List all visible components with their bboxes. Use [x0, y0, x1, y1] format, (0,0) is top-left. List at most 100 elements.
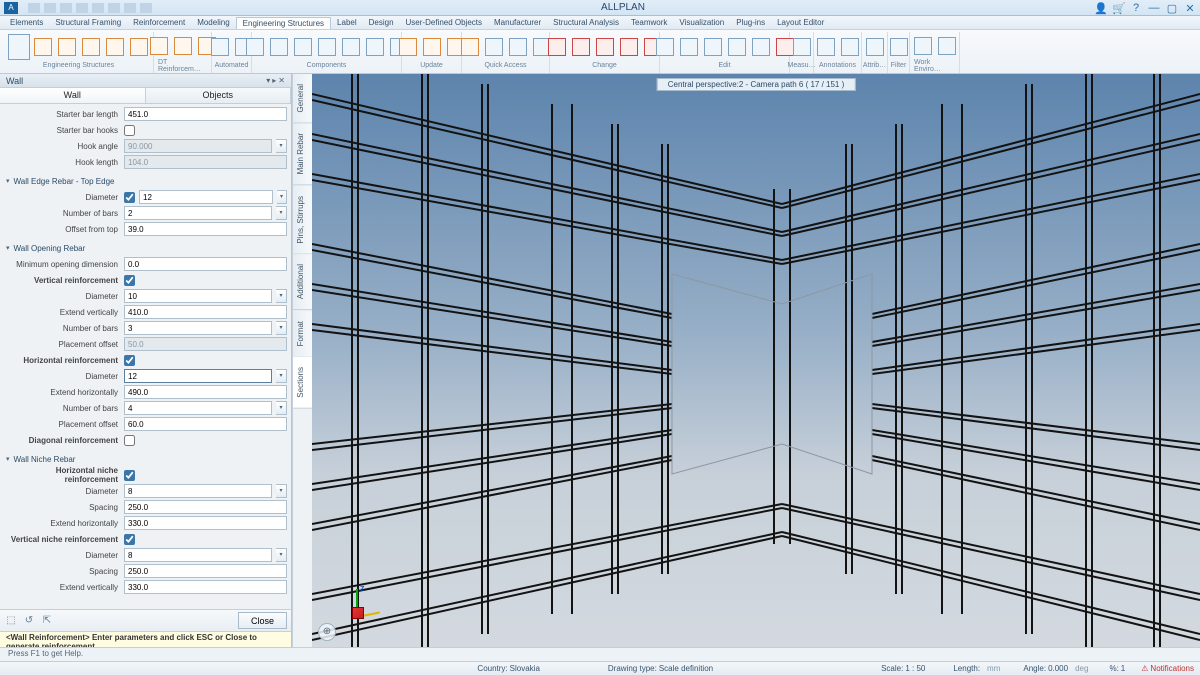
- op-min-input[interactable]: [124, 257, 287, 271]
- section-top-edge[interactable]: Wall Edge Rebar - Top Edge: [2, 173, 287, 189]
- ribbon-btn[interactable]: [364, 34, 386, 60]
- dropdown-icon[interactable]: ▾: [276, 484, 287, 498]
- ribbon-tab[interactable]: Visualization: [673, 17, 730, 28]
- ribbon-btn[interactable]: [546, 34, 568, 60]
- starter-bar-length-input[interactable]: [124, 107, 287, 121]
- qat-icon[interactable]: [44, 3, 56, 13]
- ribbon-btn[interactable]: [172, 33, 194, 59]
- te-diameter-check[interactable]: [124, 192, 135, 203]
- ribbon-btn[interactable]: [128, 34, 150, 60]
- ribbon-btn[interactable]: [791, 34, 813, 60]
- palette-tab-wall[interactable]: Wall: [0, 88, 146, 103]
- ribbon-btn[interactable]: [726, 34, 748, 60]
- help-icon[interactable]: ?: [1130, 2, 1142, 14]
- ribbon-btn[interactable]: [864, 34, 886, 60]
- ribbon-tab[interactable]: Elements: [4, 17, 49, 28]
- op-hreinf-check[interactable]: [124, 355, 135, 366]
- ribbon-btn[interactable]: [839, 34, 861, 60]
- ni-v-ext-input[interactable]: [124, 580, 287, 594]
- op-h-poff-input[interactable]: [124, 417, 287, 431]
- dropdown-icon[interactable]: ▾: [276, 548, 287, 562]
- side-tab-general[interactable]: General: [293, 74, 312, 123]
- section-opening[interactable]: Wall Opening Rebar: [2, 240, 287, 256]
- ribbon-tab[interactable]: Layout Editor: [771, 17, 830, 28]
- dropdown-icon[interactable]: ▾: [277, 190, 287, 204]
- te-offset-input[interactable]: [124, 222, 287, 236]
- ribbon-btn[interactable]: [268, 34, 290, 60]
- ribbon-btn[interactable]: [815, 34, 837, 60]
- ribbon-btn[interactable]: [594, 34, 616, 60]
- section-niche[interactable]: Wall Niche Rebar: [2, 451, 287, 467]
- ribbon-btn[interactable]: [244, 34, 266, 60]
- ni-v-dia-input[interactable]: [124, 548, 272, 562]
- ni-vreinf-check[interactable]: [124, 534, 135, 545]
- status-value[interactable]: Scale definition: [659, 664, 713, 673]
- user-icon[interactable]: 👤: [1094, 2, 1106, 14]
- palette-close-icon[interactable]: ✕: [278, 76, 285, 85]
- close-icon[interactable]: ✕: [1184, 2, 1196, 14]
- ribbon-btn[interactable]: [936, 33, 958, 59]
- qat-icon[interactable]: [124, 3, 136, 13]
- ribbon-tab[interactable]: Structural Framing: [49, 17, 127, 28]
- op-v-dia-input[interactable]: [124, 289, 272, 303]
- ribbon-tab[interactable]: Manufacturer: [488, 17, 547, 28]
- ribbon-btn[interactable]: [32, 34, 54, 60]
- op-v-ext-input[interactable]: [124, 305, 287, 319]
- axis-gizmo[interactable]: z: [342, 585, 376, 619]
- dropdown-icon[interactable]: ▾: [276, 206, 287, 220]
- ni-h-sp-input[interactable]: [124, 500, 287, 514]
- palette-pin-icon[interactable]: ▸: [272, 76, 276, 85]
- palette-tab-objects[interactable]: Objects: [146, 88, 292, 103]
- status-value[interactable]: 1: [1121, 664, 1125, 673]
- qat-icon[interactable]: [28, 3, 40, 13]
- ribbon-btn[interactable]: [702, 34, 724, 60]
- ribbon-tab[interactable]: Label: [331, 17, 363, 28]
- ribbon-btn[interactable]: [316, 34, 338, 60]
- ribbon-btn[interactable]: [209, 34, 231, 60]
- ribbon-tab[interactable]: Engineering Structures: [236, 17, 331, 29]
- ribbon-btn[interactable]: [570, 34, 592, 60]
- ribbon-btn[interactable]: [459, 34, 481, 60]
- qat-icon[interactable]: [108, 3, 120, 13]
- side-tab-pins[interactable]: Pins, Stirrups: [293, 186, 312, 255]
- status-value[interactable]: 1 : 50: [905, 664, 925, 673]
- ribbon-btn[interactable]: [148, 33, 170, 59]
- dropdown-icon[interactable]: ▾: [276, 369, 287, 383]
- starter-bar-hooks-check[interactable]: [124, 125, 135, 136]
- qat-icon[interactable]: [92, 3, 104, 13]
- ribbon-tab[interactable]: User-Defined Objects: [400, 17, 488, 28]
- ribbon-btn[interactable]: [104, 34, 126, 60]
- alert-icon[interactable]: ⚠: [1141, 664, 1148, 673]
- te-nbars-input[interactable]: [124, 206, 272, 220]
- ribbon-btn[interactable]: [397, 34, 419, 60]
- footer-icon[interactable]: ⇱: [40, 614, 54, 628]
- ribbon-btn[interactable]: [340, 34, 362, 60]
- status-value[interactable]: mm: [982, 663, 1005, 674]
- ribbon-btn[interactable]: [8, 34, 30, 60]
- ribbon-btn[interactable]: [56, 34, 78, 60]
- side-tab-sections[interactable]: Sections: [293, 357, 312, 409]
- ribbon-btn[interactable]: [912, 33, 934, 59]
- op-dreinf-check[interactable]: [124, 435, 135, 446]
- close-button[interactable]: Close: [238, 612, 287, 629]
- dropdown-icon[interactable]: ▾: [276, 289, 287, 303]
- status-value[interactable]: 0.000: [1048, 664, 1068, 673]
- ni-h-dia-input[interactable]: [124, 484, 272, 498]
- op-vreinf-check[interactable]: [124, 275, 135, 286]
- te-diameter-input[interactable]: [139, 190, 273, 204]
- ribbon-tab[interactable]: Structural Analysis: [547, 17, 625, 28]
- ribbon-btn[interactable]: [654, 34, 676, 60]
- ribbon-tab[interactable]: Design: [363, 17, 400, 28]
- notifications-link[interactable]: Notifications: [1150, 664, 1194, 673]
- qat-icon[interactable]: [60, 3, 72, 13]
- view-mode-icon[interactable]: ⊕: [318, 623, 336, 641]
- ribbon-tab[interactable]: Plug-ins: [730, 17, 771, 28]
- ribbon-tab[interactable]: Reinforcement: [127, 17, 191, 28]
- qat-icon[interactable]: [76, 3, 88, 13]
- palette-dropdown-icon[interactable]: ▾: [266, 76, 270, 85]
- side-tab-format[interactable]: Format: [293, 311, 312, 357]
- status-value[interactable]: Slovakia: [510, 664, 540, 673]
- dropdown-icon[interactable]: ▾: [276, 321, 287, 335]
- ni-hreinf-check[interactable]: [124, 470, 135, 481]
- ribbon-tab[interactable]: Teamwork: [625, 17, 673, 28]
